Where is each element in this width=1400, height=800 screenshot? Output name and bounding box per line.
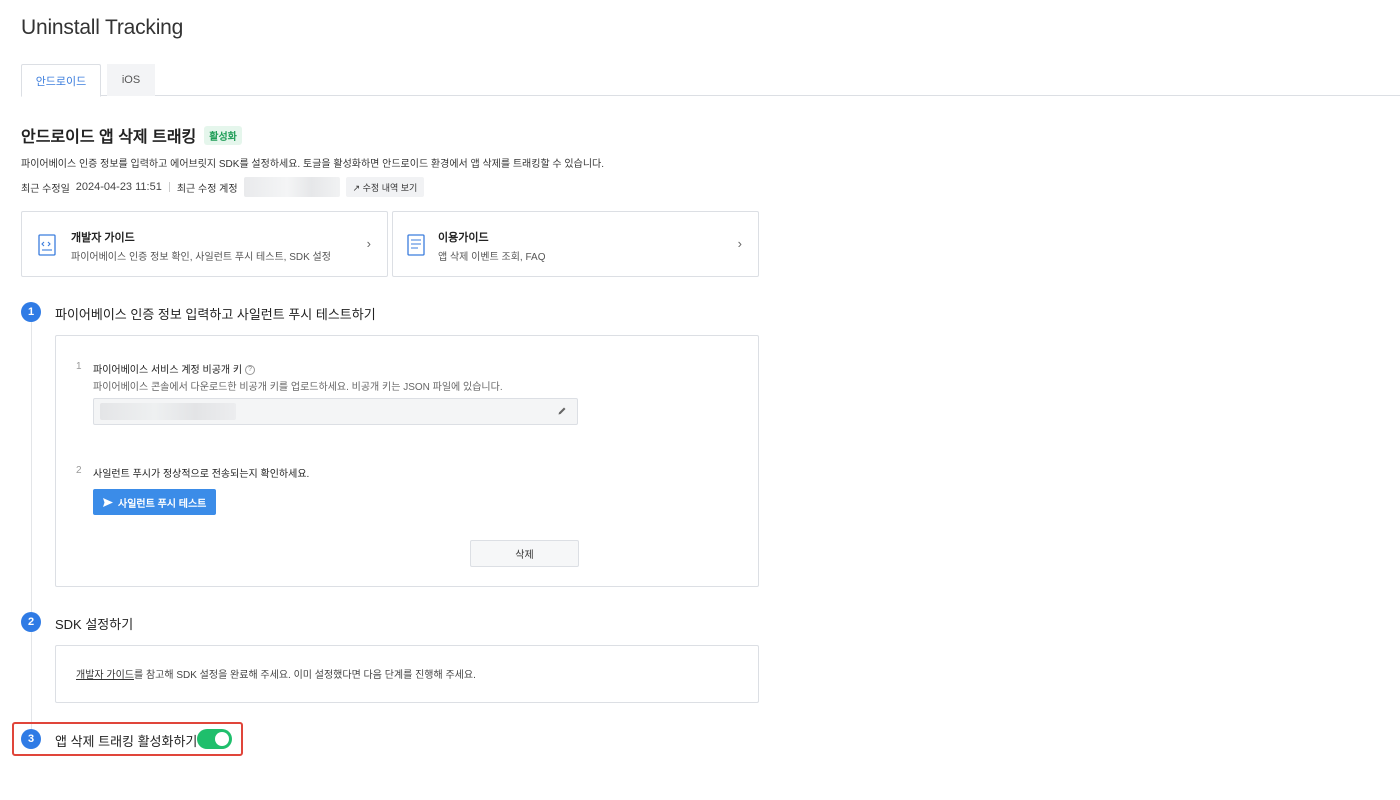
usage-guide-title: 이용가이드 bbox=[438, 232, 489, 244]
section-header: 안드로이드 앱 삭제 트래킹 활성화 bbox=[21, 123, 242, 147]
developer-guide-title: 개발자 가이드 bbox=[71, 232, 135, 244]
substep-1-number: 1 bbox=[76, 361, 82, 372]
step-2-title: SDK 설정하기 bbox=[55, 617, 134, 632]
private-key-field[interactable] bbox=[93, 398, 578, 425]
tab-ios[interactable]: iOS bbox=[107, 64, 155, 96]
step-2-panel: 개발자 가이드를 참고해 SDK 설정을 완료해 주세요. 이미 설정했다면 다… bbox=[55, 645, 759, 703]
meta-divider bbox=[168, 182, 170, 192]
usage-guide-card[interactable]: 이용가이드 앱 삭제 이벤트 조회, FAQ › bbox=[392, 211, 759, 277]
paper-plane-icon bbox=[103, 497, 113, 507]
modification-meta: 최근 수정일 2024-04-23 11:51 최근 수정 계정 ↗ 수정 내역… bbox=[21, 177, 425, 197]
developer-guide-link[interactable]: 개발자 가이드 bbox=[76, 670, 134, 681]
substep-2-number: 2 bbox=[76, 465, 82, 476]
status-badge: 활성화 bbox=[204, 125, 242, 145]
tab-android[interactable]: 안드로이드 bbox=[21, 64, 101, 97]
chevron-right-icon: › bbox=[737, 236, 742, 251]
sdk-instruction: 개발자 가이드를 참고해 SDK 설정을 완료해 주세요. 이미 설정했다면 다… bbox=[76, 666, 476, 681]
modified-date-label: 최근 수정일 bbox=[21, 183, 70, 195]
silent-push-label: 사일런트 푸시가 정상적으로 전송되는지 확인하세요. bbox=[93, 469, 310, 480]
chevron-right-icon: › bbox=[366, 236, 371, 251]
page-title: Uninstall Tracking bbox=[21, 16, 184, 39]
modified-account-redacted bbox=[243, 177, 340, 197]
developer-guide-subtitle: 파이어베이스 인증 정보 확인, 사일런트 푸시 테스트, SDK 설정 bbox=[71, 252, 331, 263]
pencil-icon[interactable] bbox=[557, 406, 567, 416]
step-3-number: 3 bbox=[21, 729, 41, 749]
private-key-label: 파이어베이스 서비스 계정 비공개 키? bbox=[93, 361, 256, 376]
step-connector-line bbox=[31, 321, 32, 612]
help-circle-icon[interactable]: ? bbox=[245, 365, 256, 376]
usage-guide-subtitle: 앱 삭제 이벤트 조회, FAQ bbox=[438, 252, 546, 263]
step-2-number: 2 bbox=[21, 612, 41, 632]
private-key-label-text: 파이어베이스 서비스 계정 비공개 키 bbox=[93, 365, 243, 376]
delete-button[interactable]: 삭제 bbox=[470, 540, 579, 567]
modified-account-label: 최근 수정 계정 bbox=[176, 183, 238, 195]
silent-push-test-button[interactable]: 사일런트 푸시 테스트 bbox=[93, 489, 217, 515]
modified-date: 2024-04-23 11:51 bbox=[75, 181, 162, 193]
step-connector-line bbox=[31, 632, 32, 729]
private-key-help: 파이어베이스 콘솔에서 다운로드한 비공개 키를 업로드하세요. 비공개 키는 … bbox=[93, 382, 503, 393]
toggle-knob bbox=[215, 732, 229, 746]
step-1-title: 파이어베이스 인증 정보 입력하고 사일런트 푸시 테스트하기 bbox=[55, 307, 376, 322]
code-document-icon bbox=[38, 234, 56, 256]
silent-push-test-label: 사일런트 푸시 테스트 bbox=[118, 498, 207, 510]
uninstall-tracking-toggle[interactable] bbox=[197, 729, 232, 749]
step-1-panel: 1 파이어베이스 서비스 계정 비공개 키? 파이어베이스 콘솔에서 다운로드한… bbox=[55, 335, 759, 587]
history-button[interactable]: ↗ 수정 내역 보기 bbox=[345, 177, 425, 197]
private-key-value-redacted bbox=[100, 403, 236, 420]
step-3-title: 앱 삭제 트래킹 활성화하기 bbox=[55, 734, 198, 749]
section-title: 안드로이드 앱 삭제 트래킹 bbox=[21, 129, 197, 146]
document-list-icon bbox=[407, 234, 425, 256]
developer-guide-card[interactable]: 개발자 가이드 파이어베이스 인증 정보 확인, 사일런트 푸시 테스트, SD… bbox=[21, 211, 388, 277]
section-description: 파이어베이스 인증 정보를 입력하고 에어브릿지 SDK를 설정하세요. 토글을… bbox=[21, 159, 604, 170]
sdk-instruction-text: 를 참고해 SDK 설정을 완료해 주세요. 이미 설정했다면 다음 단계를 진… bbox=[133, 670, 476, 681]
step-1-number: 1 bbox=[21, 302, 41, 322]
platform-tabs: 안드로이드 iOS bbox=[21, 64, 1400, 97]
